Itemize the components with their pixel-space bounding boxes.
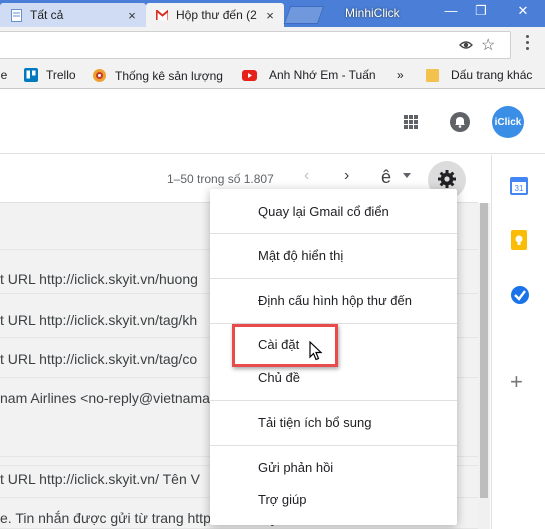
menu-item-label: Gửi phản hồi (258, 460, 334, 475)
menu-item-classic-gmail[interactable]: Quay lại Gmail cổ điển (210, 201, 457, 223)
tasks-icon[interactable] (510, 285, 529, 305)
menu-divider (210, 278, 457, 279)
bookmark-label: Anh Nhớ Em - Tuấn (269, 68, 376, 82)
chevron-right-icon[interactable]: › (344, 167, 349, 185)
bookmark-thong-ke[interactable]: Thống kê sản lượng (92, 68, 223, 83)
menu-item-label: Định cấu hình hộp thư đến (258, 293, 412, 308)
avatar-label: iClick (494, 116, 522, 128)
bookmark-label: le (0, 68, 8, 82)
caret-down-icon[interactable] (403, 173, 411, 178)
calendar-icon[interactable]: 31 (510, 175, 528, 195)
browser-tab-strip: Tất cả × Hộp thư đến (2 × MinhiClick — ❐… (0, 0, 545, 27)
menu-item-themes[interactable]: Chủ đề (210, 367, 457, 389)
restore-icon[interactable]: ❐ (466, 0, 496, 24)
email-snippet: t URL http://iclick.skyit.vn/tag/kh (0, 312, 198, 328)
email-snippet: t URL http://iclick.skyit.vn/huong (0, 271, 198, 287)
gmail-header: iClick (0, 90, 545, 154)
bookmark-label: Trello (46, 68, 76, 82)
menu-item-send-feedback[interactable]: Gửi phản hồi (210, 457, 457, 479)
bookmark-item[interactable]: le (0, 68, 7, 82)
bookmark-label: Thống kê sản lượng (115, 68, 223, 83)
close-window-icon[interactable]: ✕ (508, 0, 538, 24)
email-snippet: t URL http://iclick.skyit.vn/ Tên V (0, 471, 200, 487)
browser-toolbar: ☆ (0, 27, 545, 63)
avatar[interactable]: iClick (492, 106, 524, 138)
pagination-text: 1–50 trong số 1.807 (167, 172, 274, 186)
input-tools-button[interactable]: ê (381, 167, 391, 188)
gmail-icon (156, 8, 168, 22)
menu-divider (210, 233, 457, 234)
apps-grid-icon[interactable] (404, 115, 418, 129)
menu-item-display-density[interactable]: Mật độ hiển thị (210, 245, 457, 267)
star-icon[interactable]: ☆ (481, 35, 495, 55)
youtube-icon (242, 69, 257, 81)
menu-item-help[interactable]: Trợ giúp (210, 489, 457, 511)
menu-item-get-addons[interactable]: Tải tiện ích bổ sung (210, 412, 457, 434)
minimize-icon[interactable]: — (436, 0, 466, 24)
tab-inbox[interactable]: Hộp thư đến (2 × (146, 3, 284, 27)
scrollbar-thumb[interactable] (480, 203, 488, 498)
email-snippet: nam Airlines <no-reply@vietnamai (0, 390, 214, 406)
bookmark-label: » (397, 68, 404, 82)
bookmark-label: Dấu trang khác (451, 68, 533, 82)
email-list-scrollbar[interactable] (478, 203, 490, 529)
profile-name[interactable]: MinhiClick (345, 6, 400, 20)
folder-icon (426, 68, 439, 82)
menu-item-label: Quay lại Gmail cổ điển (258, 204, 389, 219)
svg-text:31: 31 (515, 184, 524, 193)
doc-icon (10, 8, 22, 22)
menu-divider (210, 445, 457, 446)
menu-item-label: Chủ đề (258, 370, 300, 385)
new-tab-button[interactable] (283, 6, 325, 24)
add-addon-icon[interactable]: + (510, 369, 523, 395)
email-snippet: t URL http://iclick.skyit.vn/tag/co (0, 351, 198, 367)
tab-title: Hộp thư đến (2 (176, 8, 257, 22)
browser-menu-icon[interactable] (525, 35, 531, 53)
menu-item-configure-inbox[interactable]: Định cấu hình hộp thư đến (210, 290, 457, 312)
tab-close-icon[interactable]: × (124, 8, 140, 23)
menu-item-label: Mật độ hiển thị (258, 248, 344, 263)
swirl-icon (92, 68, 107, 83)
trello-icon (24, 68, 38, 82)
bookmarks-bar: le Trello Thống kê sản lượng Anh Nhớ Em … (0, 63, 545, 89)
eye-icon[interactable] (459, 38, 473, 52)
side-panel: 31 + (491, 155, 545, 529)
keep-icon[interactable] (510, 230, 528, 250)
chevron-left-icon[interactable]: ‹ (304, 167, 309, 185)
bookmark-other-folder[interactable]: Dấu trang khác (426, 68, 532, 82)
bookmarks-overflow-button[interactable]: » (397, 68, 404, 82)
bookmark-youtube[interactable]: Anh Nhớ Em - Tuấn (242, 68, 376, 82)
tab-tat-ca[interactable]: Tất cả × (0, 3, 146, 27)
tab-close-icon[interactable]: × (262, 8, 278, 23)
menu-item-label: Trợ giúp (258, 492, 307, 507)
notifications-icon[interactable] (450, 112, 470, 132)
tab-title: Tất cả (30, 8, 64, 22)
menu-item-label: Tải tiện ích bổ sung (258, 415, 372, 430)
mouse-cursor-icon (309, 340, 323, 364)
address-bar[interactable]: ☆ (0, 31, 511, 59)
menu-divider (210, 400, 457, 401)
bookmark-trello[interactable]: Trello (24, 68, 76, 82)
